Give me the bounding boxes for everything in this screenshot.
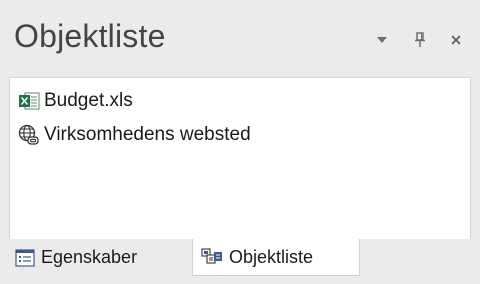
panel-options-button[interactable] (372, 30, 392, 50)
tab-objektliste[interactable]: Objektliste (192, 239, 360, 276)
object-list: Budget.xls Virksomhedens websted (9, 77, 471, 239)
tab-label: Objektliste (229, 246, 314, 267)
object-list-panel: Objektliste Budget.xls Virksomhedens web… (0, 0, 480, 284)
excel-file-icon (19, 92, 40, 110)
list-item-label: Virksomhedens websted (44, 124, 251, 145)
list-item-label: Budget.xls (44, 90, 133, 111)
close-icon (451, 35, 461, 45)
list-item-budget[interactable]: Budget.xls (18, 88, 133, 114)
panel-tabstrip: Egenskaber Objektliste (9, 239, 471, 277)
panel-titlebar: Objektliste (0, 0, 480, 76)
web-link-icon (18, 124, 39, 145)
object-list-icon (201, 248, 222, 264)
panel-title: Objektliste (14, 18, 166, 54)
list-item-website[interactable]: Virksomhedens websted (18, 122, 251, 148)
chevron-down-icon (377, 37, 387, 43)
pin-button[interactable] (410, 30, 430, 50)
properties-icon (15, 248, 35, 267)
tab-egenskaber[interactable]: Egenskaber (9, 239, 189, 276)
tab-label: Egenskaber (41, 247, 138, 267)
pin-icon (415, 32, 425, 47)
close-button[interactable] (446, 30, 466, 50)
